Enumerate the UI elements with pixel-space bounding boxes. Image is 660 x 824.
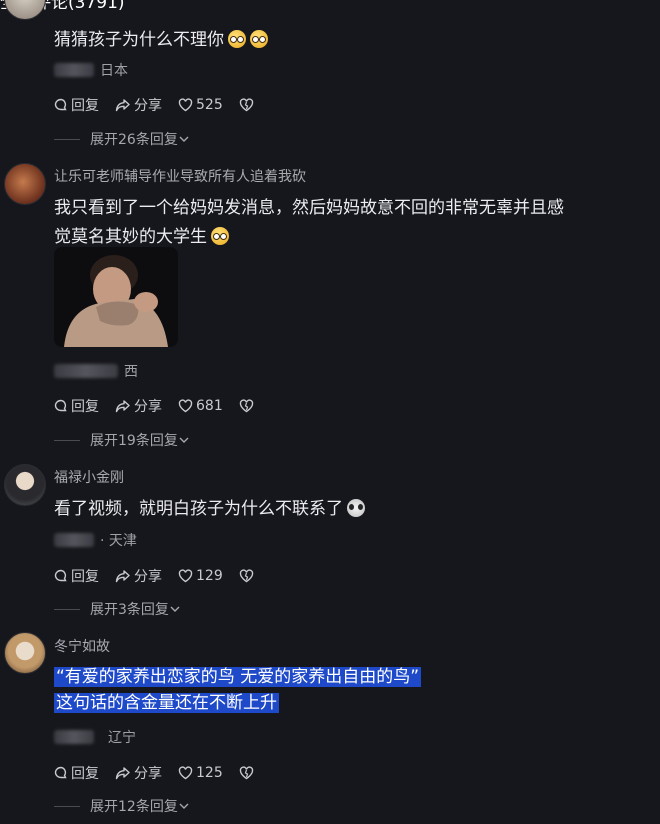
comment-text: 看了视频，就明白孩子为什么不联系了 (54, 494, 365, 524)
broken-heart-icon (239, 399, 253, 413)
comment-actions: 回复 分享 525 (54, 95, 273, 115)
comment-bubble-icon (54, 766, 67, 779)
share-button[interactable]: 分享 (115, 566, 162, 586)
comment-text-selected: “有爱的家养出恋家的鸟 无爱的家养出自由的鸟” (54, 667, 422, 687)
comment-actions: 回复 分享 125 (54, 763, 273, 783)
expand-replies-button[interactable]: 展开12条回复 (54, 796, 190, 816)
comment-bubble-icon (54, 569, 67, 582)
share-button[interactable]: 分享 (115, 763, 162, 783)
heart-icon (178, 98, 193, 112)
chevron-down-icon (179, 803, 189, 809)
comment-bubble-icon (54, 98, 67, 111)
reply-button[interactable]: 回复 (54, 566, 99, 586)
dislike-button[interactable] (239, 98, 257, 112)
chevron-down-icon (179, 437, 189, 443)
like-button[interactable]: 525 (178, 97, 223, 113)
blurred-date (54, 533, 94, 547)
smirk-face-icon (211, 227, 229, 245)
divider (54, 805, 80, 807)
divider (54, 138, 80, 140)
comment-location: 辽宁 (54, 727, 136, 747)
avatar[interactable] (4, 632, 46, 674)
comment-location: · 天津 (54, 530, 137, 550)
share-button[interactable]: 分享 (115, 396, 162, 416)
comment-actions: 回复 分享 129 (54, 566, 273, 586)
avatar[interactable] (4, 163, 46, 205)
share-arrow-icon (115, 99, 130, 112)
reply-button[interactable]: 回复 (54, 763, 99, 783)
broken-heart-icon (239, 569, 253, 583)
blurred-date (54, 730, 94, 744)
share-arrow-icon (115, 767, 130, 780)
comment-text: 我只看到了一个给妈妈发消息，然后妈妈故意不回的非常无辜并且感 (54, 198, 564, 218)
divider (54, 439, 80, 441)
comment-username[interactable]: 冬宁如故 (54, 636, 110, 656)
comment-bubble-icon (54, 399, 67, 412)
comment-image[interactable] (54, 247, 178, 347)
broken-heart-icon (239, 766, 253, 780)
blurred-date (54, 63, 94, 77)
reply-button[interactable]: 回复 (54, 95, 99, 115)
cow-face-icon (347, 499, 365, 517)
avatar[interactable] (4, 0, 46, 20)
expand-replies-button[interactable]: 展开3条回复 (54, 599, 181, 619)
dislike-button[interactable] (239, 766, 257, 780)
chevron-down-icon (179, 136, 189, 142)
comment-text: 猜猜孩子为什么不理你 (54, 25, 268, 55)
man-portrait-image (54, 247, 178, 347)
like-button[interactable]: 681 (178, 398, 223, 414)
expand-replies-button[interactable]: 展开19条回复 (54, 430, 190, 450)
dizzy-face-icon (228, 30, 246, 48)
comment-text-selected: 这句话的含金量还在不断上升 (54, 693, 279, 713)
share-button[interactable]: 分享 (115, 95, 162, 115)
like-button[interactable]: 129 (178, 568, 223, 584)
like-button[interactable]: 125 (178, 765, 223, 781)
dislike-button[interactable] (239, 399, 257, 413)
expand-replies-button[interactable]: 展开26条回复 (54, 129, 190, 149)
dislike-button[interactable] (239, 569, 257, 583)
blurred-date (54, 364, 118, 378)
heart-icon (178, 399, 193, 413)
heart-icon (178, 569, 193, 583)
reply-button[interactable]: 回复 (54, 396, 99, 416)
broken-heart-icon (239, 98, 253, 112)
comment-location: 日本 (54, 60, 128, 80)
comment-username[interactable]: 福禄小金刚 (54, 467, 124, 487)
comment-username[interactable]: 让乐可老师辅导作业导致所有人追着我砍 (54, 166, 306, 186)
avatar[interactable] (4, 464, 46, 506)
divider (54, 608, 80, 610)
share-arrow-icon (115, 400, 130, 413)
comment-actions: 回复 分享 681 (54, 396, 273, 416)
chevron-down-icon (170, 606, 180, 612)
share-arrow-icon (115, 570, 130, 583)
comment-location: 西 (54, 361, 138, 381)
heart-icon (178, 766, 193, 780)
dizzy-face-icon (250, 30, 268, 48)
